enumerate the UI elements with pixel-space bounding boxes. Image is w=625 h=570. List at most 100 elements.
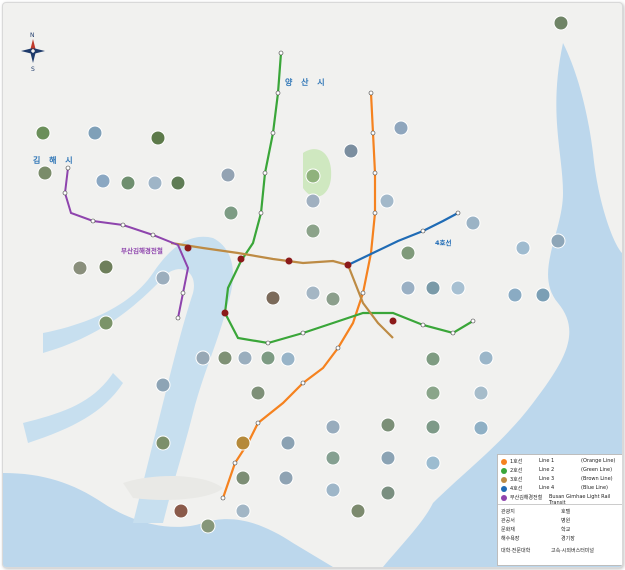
light-rail-swatch-icon bbox=[501, 495, 507, 501]
compass-rose-icon: N S bbox=[21, 32, 45, 73]
attraction-photo bbox=[393, 120, 409, 136]
legend-poi-ko: 학교 bbox=[561, 527, 571, 533]
attraction-photo bbox=[379, 193, 395, 209]
attraction-photo bbox=[220, 167, 236, 183]
river-west bbox=[23, 373, 123, 443]
attraction-photo bbox=[507, 287, 523, 303]
attraction-photo bbox=[147, 175, 163, 191]
attraction-photo bbox=[465, 215, 481, 231]
transfer-station-sasang[interactable] bbox=[221, 309, 229, 317]
attraction-photo bbox=[265, 290, 281, 306]
attraction-photo bbox=[473, 420, 489, 436]
attraction-photo bbox=[170, 175, 186, 191]
transfer-station-seomyeon[interactable] bbox=[344, 261, 352, 269]
legend-poi-ko: 병원 bbox=[561, 518, 571, 524]
line-2 bbox=[223, 52, 474, 345]
map-frame: 양 산 시 김 해 시 부산김해경전철 4호선 N S 1호선 Line 1 (… bbox=[2, 2, 623, 568]
attraction-photo bbox=[98, 315, 114, 331]
legend-row-line-4: 4호선 Line 4 (Blue Line) bbox=[501, 485, 619, 493]
attraction-photo bbox=[450, 280, 466, 296]
legend-poi-ko: 해수욕장 bbox=[501, 536, 520, 542]
attraction-photo bbox=[280, 351, 296, 367]
legend-line-ko: 2호선 bbox=[510, 468, 523, 474]
legend-row-light-rail: 부산김해경전철 Busan Gimhae Light Rail Transit bbox=[501, 494, 619, 506]
light-rail-line bbox=[63, 167, 190, 319]
legend-poi-row: 문화재 학교 bbox=[501, 526, 619, 534]
legend-poi-row: 해수욕장 경기장 bbox=[501, 535, 619, 543]
attraction-photo bbox=[278, 470, 294, 486]
light-rail-label: 부산김해경전철 bbox=[121, 246, 163, 255]
district-label-yangsan: 양 산 시 bbox=[285, 77, 328, 87]
attraction-photo bbox=[425, 351, 441, 367]
legend-poi-ko: 관공서 bbox=[501, 518, 515, 524]
legend-line-en: Line 4 bbox=[539, 485, 555, 491]
legend-poi-ko: 관광지 bbox=[501, 509, 515, 515]
attraction-photo bbox=[400, 245, 416, 261]
transfer-station-daejeo[interactable] bbox=[184, 244, 192, 252]
attraction-photo bbox=[200, 518, 216, 534]
attraction-photo bbox=[425, 385, 441, 401]
attraction-photo bbox=[235, 470, 251, 486]
legend-line-en: Line 1 bbox=[539, 458, 555, 464]
legend-poi-ko: 대학·전문대학 bbox=[501, 548, 531, 554]
attraction-photo bbox=[325, 291, 341, 307]
legend-poi-ko: 고속·시외버스터미널 bbox=[551, 548, 594, 554]
transfer-station-suyeong[interactable] bbox=[389, 317, 397, 325]
legend-line-ko: 부산김해경전철 bbox=[510, 495, 543, 501]
attraction-photo bbox=[155, 435, 171, 451]
attraction-photo bbox=[37, 165, 53, 181]
legend-line-ko: 3호선 bbox=[510, 477, 523, 483]
attraction-photo bbox=[235, 435, 251, 451]
line-3-swatch-icon bbox=[501, 477, 507, 483]
legend-line-sub: (Blue Line) bbox=[581, 485, 608, 491]
attraction-photo bbox=[350, 503, 366, 519]
line4-label: 4호선 bbox=[435, 238, 452, 247]
attraction-photo bbox=[250, 385, 266, 401]
attraction-photo bbox=[553, 15, 569, 31]
legend-poi-ko: 호텔 bbox=[561, 509, 571, 515]
legend-line-sub: (Green Line) bbox=[581, 467, 613, 473]
attraction-photo bbox=[515, 240, 531, 256]
attraction-photo bbox=[35, 125, 51, 141]
legend-line-en: Line 2 bbox=[539, 467, 555, 473]
transfer-station-deokcheon[interactable] bbox=[237, 255, 245, 263]
legend-line-en: Line 3 bbox=[539, 476, 555, 482]
attraction-photo bbox=[473, 385, 489, 401]
attraction-photo bbox=[535, 287, 551, 303]
compass-south: S bbox=[31, 66, 35, 73]
attraction-photo bbox=[173, 503, 189, 519]
attraction-photo bbox=[305, 223, 321, 239]
line-2-swatch-icon bbox=[501, 468, 507, 474]
line-1-swatch-icon bbox=[501, 459, 507, 465]
attraction-photo bbox=[155, 377, 171, 393]
attraction-photo bbox=[380, 417, 396, 433]
district-label-gimhae: 김 해 시 bbox=[33, 155, 76, 165]
attraction-photo bbox=[400, 280, 416, 296]
attraction-photo bbox=[280, 435, 296, 451]
legend-poi-ko: 문화재 bbox=[501, 527, 515, 533]
legend-row-line-2: 2호선 Line 2 (Green Line) bbox=[501, 467, 619, 475]
legend-line-ko: 4호선 bbox=[510, 486, 523, 492]
attraction-photo bbox=[305, 285, 321, 301]
attraction-photo bbox=[72, 260, 88, 276]
legend-line-sub: (Brown Line) bbox=[581, 476, 613, 482]
attraction-photo bbox=[150, 130, 166, 146]
attraction-photo bbox=[380, 485, 396, 501]
attraction-photo bbox=[478, 350, 494, 366]
attraction-photo bbox=[260, 350, 276, 366]
attraction-photo bbox=[343, 143, 359, 159]
legend-line-ko: 1호선 bbox=[510, 459, 523, 465]
attraction-photo bbox=[550, 233, 566, 249]
transfer-station-yeonsan[interactable] bbox=[285, 257, 293, 265]
legend-divider bbox=[498, 504, 622, 505]
attraction-photo bbox=[95, 173, 111, 189]
legend-poi-row: 관광지 호텔 bbox=[501, 508, 619, 516]
attraction-photo bbox=[235, 503, 251, 519]
attraction-photo bbox=[425, 280, 441, 296]
attraction-photo bbox=[325, 419, 341, 435]
line-4-swatch-icon bbox=[501, 486, 507, 492]
attraction-photo bbox=[425, 455, 441, 471]
attraction-photo bbox=[87, 125, 103, 141]
island bbox=[123, 476, 223, 500]
attraction-photo bbox=[98, 259, 114, 275]
